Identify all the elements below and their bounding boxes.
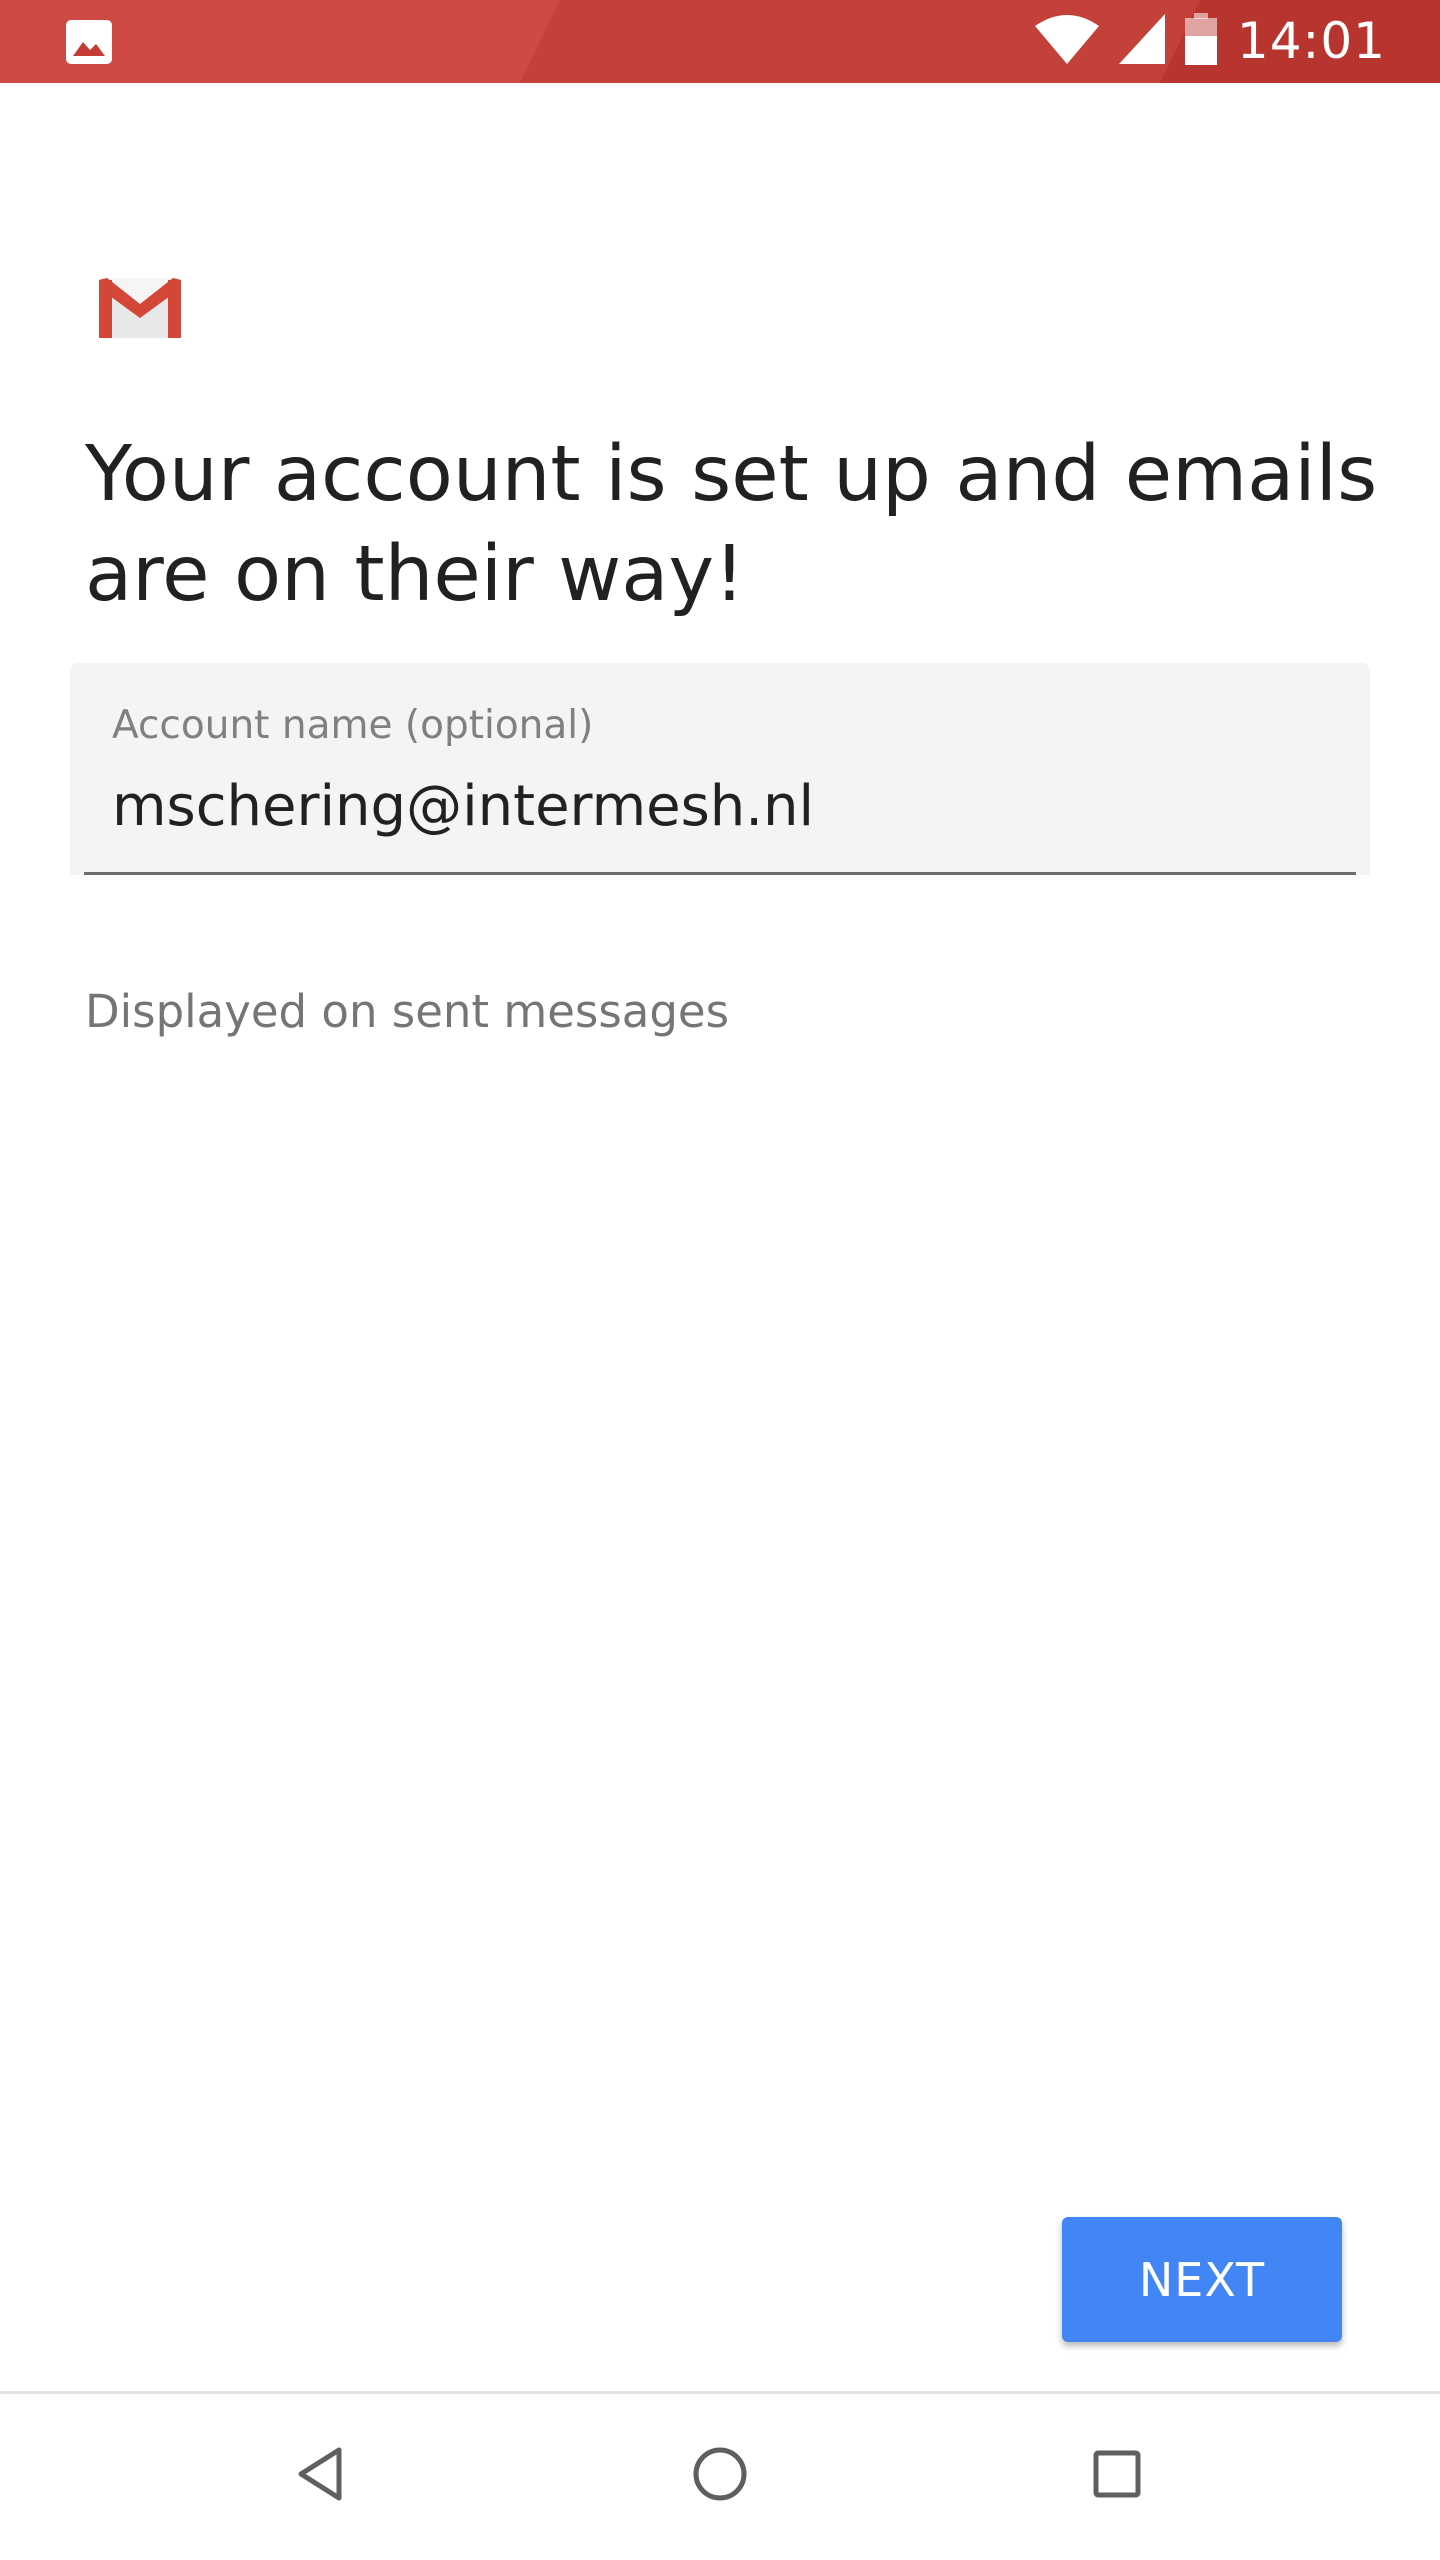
gmail-icon [99, 278, 181, 338]
status-icons: 14:01 [1034, 0, 1386, 83]
next-button[interactable]: NEXT [1062, 2217, 1342, 2342]
navigation-bar [0, 2394, 1440, 2560]
account-name-input[interactable]: mschering@intermesh.nl [112, 774, 1312, 839]
home-icon[interactable] [675, 2429, 765, 2519]
field-underline [84, 872, 1356, 875]
status-bar: 14:01 [0, 0, 1440, 83]
image-icon [66, 20, 112, 64]
account-name-field[interactable]: Account name (optional) mschering@interm… [70, 663, 1370, 875]
account-name-label: Account name (optional) [112, 703, 594, 748]
status-time: 14:01 [1236, 12, 1386, 70]
battery-icon [1184, 13, 1217, 70]
wifi-icon [1034, 14, 1099, 69]
cell-signal-icon [1118, 14, 1165, 69]
back-icon[interactable] [276, 2429, 366, 2519]
helper-text: Displayed on sent messages [85, 985, 730, 1038]
page-title: Your account is set up and emails are on… [85, 430, 1378, 619]
recents-icon[interactable] [1072, 2429, 1162, 2519]
